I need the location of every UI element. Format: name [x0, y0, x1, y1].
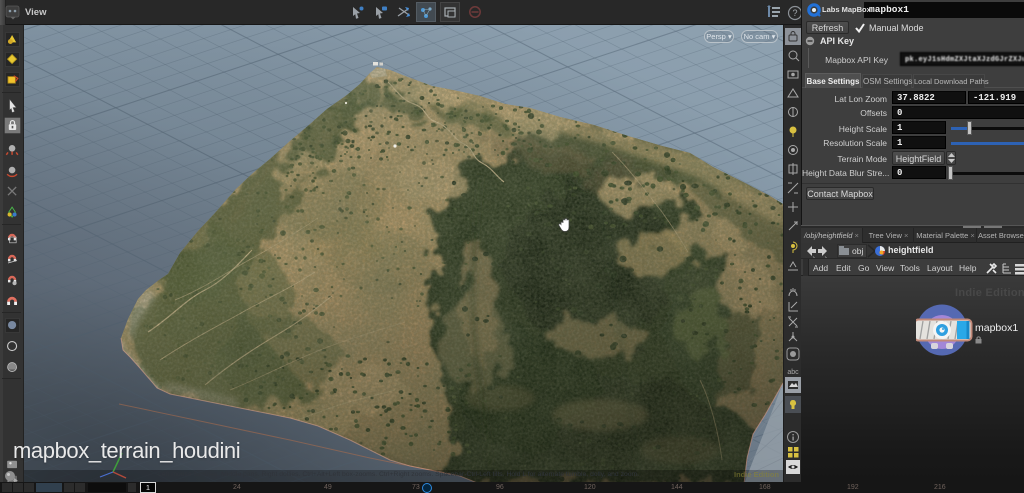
svg-text:?: ? [792, 8, 797, 18]
svg-text:abc: abc [787, 369, 799, 376]
